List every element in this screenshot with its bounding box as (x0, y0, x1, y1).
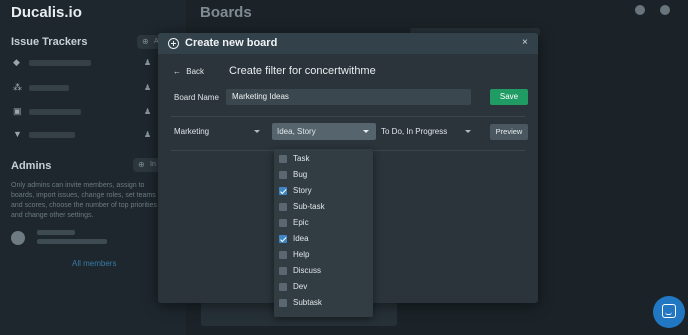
tracker-name (29, 60, 91, 66)
modal-header: Create new board × (158, 33, 538, 54)
checkbox[interactable] (279, 283, 287, 291)
preview-button[interactable]: Preview (490, 124, 528, 140)
checkbox[interactable] (279, 203, 287, 211)
option-label: Idea (293, 234, 309, 243)
back-label: Back (186, 67, 205, 76)
admins-title: Admins (11, 160, 52, 172)
option-label: Epic (293, 218, 309, 227)
issue-type-dropdown: Task Bug Story Sub-task Epic Idea Help D… (274, 149, 373, 317)
user-avatar-icon[interactable] (660, 5, 670, 15)
status-select-value: To Do, In Progress (381, 127, 448, 136)
option-label: Dev (293, 282, 308, 291)
admin-email (37, 239, 107, 244)
dropdown-option[interactable]: Help (274, 248, 373, 264)
option-label: Bug (293, 170, 308, 179)
member-icon[interactable]: ♟ (144, 108, 152, 116)
checkbox[interactable] (279, 251, 287, 259)
project-select[interactable]: Marketing (171, 123, 267, 140)
board-name-label: Board Name (174, 93, 219, 102)
checkbox[interactable] (279, 267, 287, 275)
close-icon[interactable]: × (522, 37, 528, 48)
dropdown-option[interactable]: Dev (274, 280, 373, 296)
member-icon[interactable]: ♟ (144, 59, 152, 67)
option-label: Task (293, 154, 310, 163)
trello-icon: ⁂ (13, 82, 22, 92)
member-icon[interactable]: ♟ (144, 131, 152, 139)
checkbox[interactable] (279, 171, 287, 179)
dropdown-option[interactable]: Sub-task (274, 200, 373, 216)
checkbox[interactable] (279, 219, 287, 227)
status-select[interactable]: To Do, In Progress (378, 123, 478, 140)
option-label: Sub-task (293, 202, 325, 211)
plus-circle-icon (168, 38, 179, 49)
checkbox[interactable] (279, 155, 287, 163)
checkbox[interactable] (279, 299, 287, 307)
all-members-link[interactable]: All members (72, 259, 116, 268)
invite-label: In (150, 161, 156, 168)
arrow-left-icon: ← (173, 67, 181, 76)
dropdown-option[interactable]: Idea (274, 232, 373, 248)
dropdown-option[interactable]: Story (274, 184, 373, 200)
board-icon: ▣ (13, 106, 22, 116)
chevron-down-icon (363, 130, 369, 133)
issue-type-select-value: Idea, Story (277, 127, 316, 136)
member-icon[interactable]: ♟ (144, 84, 152, 92)
plus-circle-icon: ⊕ (142, 37, 149, 46)
save-button[interactable]: Save (490, 89, 528, 105)
admins-description: Only admins can invite members, assign t… (11, 182, 157, 219)
admin-name (37, 230, 75, 235)
checkbox[interactable] (279, 235, 287, 243)
chat-icon (662, 304, 676, 318)
filter-subtitle: Create filter for concertwithme (229, 65, 376, 77)
checkbox[interactable] (279, 187, 287, 195)
avatar (11, 231, 25, 245)
asana-icon: ▼ (13, 129, 22, 139)
help-icon[interactable] (635, 5, 645, 15)
divider (171, 116, 525, 117)
app-logo[interactable]: Ducalis.io (11, 4, 82, 21)
tracker-name (29, 109, 81, 115)
tracker-name (29, 85, 69, 91)
modal-title: Create new board (185, 37, 278, 49)
jira-icon: ◆ (13, 57, 20, 67)
plus-circle-icon: ⊕ (138, 160, 145, 169)
dropdown-option[interactable]: Bug (274, 168, 373, 184)
dropdown-option[interactable]: Discuss (274, 264, 373, 280)
issue-type-select[interactable]: Idea, Story (272, 123, 376, 140)
dropdown-option[interactable]: Epic (274, 216, 373, 232)
dropdown-option[interactable]: Subtask (274, 296, 373, 312)
option-label: Help (293, 250, 310, 259)
tracker-name (29, 132, 75, 138)
issue-trackers-title: Issue Trackers (11, 36, 88, 48)
page-title: Boards (200, 4, 252, 21)
project-select-value: Marketing (174, 127, 210, 136)
option-label: Discuss (293, 266, 322, 275)
back-button[interactable]: ← Back (173, 67, 204, 76)
board-name-input[interactable]: Marketing Ideas (226, 89, 471, 105)
chevron-down-icon (465, 130, 471, 133)
chat-launcher-button[interactable] (653, 296, 685, 328)
chevron-down-icon (254, 130, 260, 133)
dropdown-option[interactable]: Task (274, 152, 373, 168)
option-label: Subtask (293, 298, 322, 307)
option-label: Story (293, 186, 312, 195)
